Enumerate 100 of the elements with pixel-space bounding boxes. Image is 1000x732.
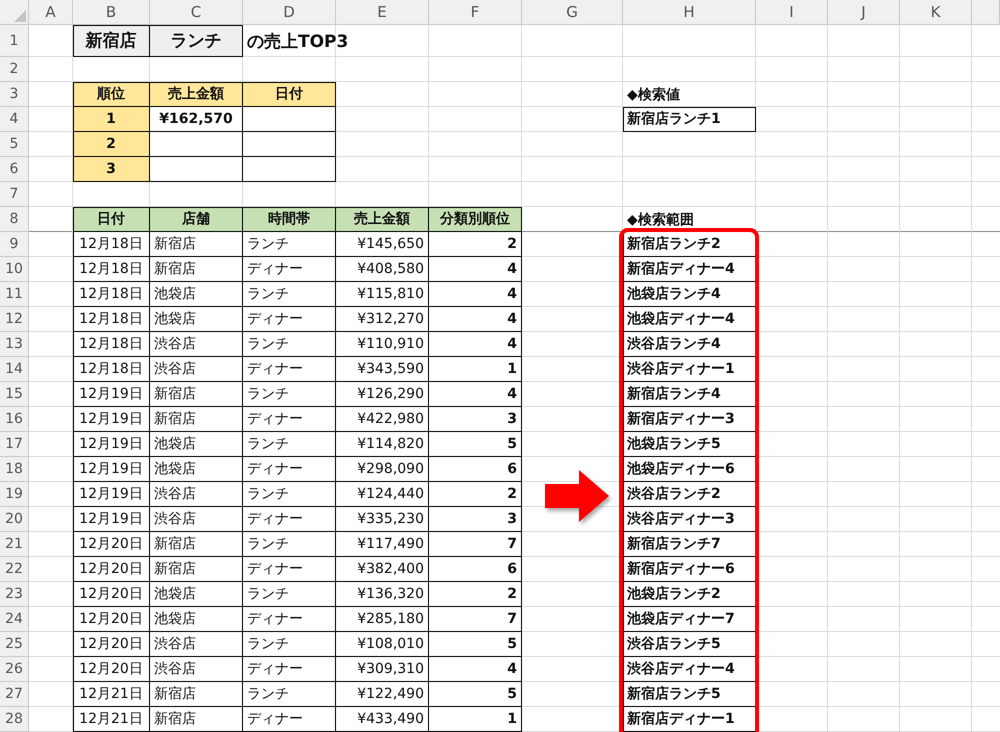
table-cell: 新宿店 bbox=[150, 382, 243, 407]
row-header[interactable]: 27 bbox=[0, 682, 29, 707]
table-cell: 2 bbox=[429, 232, 522, 257]
sheet-title: の売上TOP3 bbox=[246, 30, 350, 54]
row-header[interactable]: 12 bbox=[0, 307, 29, 332]
column-header[interactable]: D bbox=[243, 0, 336, 25]
search-value-cell: 新宿店ランチ1 bbox=[623, 107, 756, 132]
row-header[interactable]: 17 bbox=[0, 432, 29, 457]
row-header[interactable]: 24 bbox=[0, 607, 29, 632]
table-cell: ¥115,810 bbox=[336, 282, 429, 307]
row-header[interactable]: 23 bbox=[0, 582, 29, 607]
column-header[interactable]: C bbox=[150, 0, 243, 25]
row-header[interactable]: 26 bbox=[0, 657, 29, 682]
table-cell: 12月19日 bbox=[73, 457, 150, 482]
table-cell: 池袋店ランチ4 bbox=[623, 282, 756, 307]
column-header[interactable]: E bbox=[336, 0, 429, 25]
table-cell: ¥145,650 bbox=[336, 232, 429, 257]
table-cell: 12月20日 bbox=[73, 632, 150, 657]
table-cell: 12月18日 bbox=[73, 357, 150, 382]
row-header[interactable]: 9 bbox=[0, 232, 29, 257]
column-heading: 売上金額 bbox=[150, 82, 243, 107]
table-cell: 渋谷店 bbox=[150, 632, 243, 657]
triangle-icon bbox=[14, 10, 26, 22]
table-cell: ディナー bbox=[243, 507, 336, 532]
table-cell: ディナー bbox=[243, 357, 336, 382]
column-header[interactable]: A bbox=[29, 0, 73, 25]
table-cell: 12月19日 bbox=[73, 407, 150, 432]
column-header[interactable]: J bbox=[828, 0, 900, 25]
row-header[interactable]: 21 bbox=[0, 532, 29, 557]
table-cell: 4 bbox=[429, 257, 522, 282]
table-cell: ¥285,180 bbox=[336, 607, 429, 632]
table-cell: 12月21日 bbox=[73, 682, 150, 707]
row-header[interactable]: 10 bbox=[0, 257, 29, 282]
table-cell: ¥343,590 bbox=[336, 357, 429, 382]
row-header[interactable]: 4 bbox=[0, 107, 29, 132]
table-cell: ディナー bbox=[243, 307, 336, 332]
row-header[interactable]: 28 bbox=[0, 707, 29, 732]
row-header[interactable]: 15 bbox=[0, 382, 29, 407]
row-header[interactable]: 16 bbox=[0, 407, 29, 432]
row-header[interactable]: 5 bbox=[0, 132, 29, 157]
table-cell: 新宿店 bbox=[150, 682, 243, 707]
table-cell: 渋谷店 bbox=[150, 657, 243, 682]
row-header[interactable]: 11 bbox=[0, 282, 29, 307]
rank-cell: 3 bbox=[73, 157, 150, 182]
table-cell: 池袋店ディナー6 bbox=[623, 457, 756, 482]
column-header[interactable]: B bbox=[73, 0, 150, 25]
row-header[interactable]: 13 bbox=[0, 332, 29, 357]
table-cell: ランチ bbox=[243, 582, 336, 607]
table-cell: ¥312,270 bbox=[336, 307, 429, 332]
table-cell: ディナー bbox=[243, 657, 336, 682]
row-header[interactable]: 7 bbox=[0, 182, 29, 207]
table-cell: 12月18日 bbox=[73, 232, 150, 257]
table-cell: ¥298,090 bbox=[336, 457, 429, 482]
row-header[interactable]: 18 bbox=[0, 457, 29, 482]
row-header[interactable]: 2 bbox=[0, 57, 29, 82]
table-cell: 池袋店ディナー4 bbox=[623, 307, 756, 332]
row-header[interactable]: 1 bbox=[0, 25, 29, 57]
select-all-button[interactable] bbox=[0, 0, 29, 25]
table-cell: ランチ bbox=[243, 632, 336, 657]
rank-cell: 2 bbox=[73, 132, 150, 157]
table-cell: 新宿店ランチ7 bbox=[623, 532, 756, 557]
row-header[interactable]: 14 bbox=[0, 357, 29, 382]
table-cell: 3 bbox=[429, 507, 522, 532]
table-cell: ¥110,910 bbox=[336, 332, 429, 357]
table-cell: 池袋店 bbox=[150, 582, 243, 607]
table-cell: 池袋店 bbox=[150, 282, 243, 307]
table-cell: 渋谷店ディナー1 bbox=[623, 357, 756, 382]
column-header[interactable]: I bbox=[756, 0, 828, 25]
table-cell: ¥408,580 bbox=[336, 257, 429, 282]
table-cell: 新宿店ディナー6 bbox=[623, 557, 756, 582]
table-cell: 新宿店 bbox=[150, 257, 243, 282]
rank-cell: 1 bbox=[73, 107, 150, 132]
column-header[interactable] bbox=[972, 0, 1000, 25]
table-cell: 1 bbox=[429, 707, 522, 732]
table-cell: 渋谷店ディナー3 bbox=[623, 507, 756, 532]
table-cell: ¥122,490 bbox=[336, 682, 429, 707]
table-cell: 4 bbox=[429, 282, 522, 307]
table-cell: ¥136,320 bbox=[336, 582, 429, 607]
table-cell: 1 bbox=[429, 357, 522, 382]
row-header[interactable]: 6 bbox=[0, 157, 29, 182]
row-header[interactable]: 19 bbox=[0, 482, 29, 507]
column-header[interactable]: H bbox=[623, 0, 756, 25]
table-cell: 渋谷店ランチ4 bbox=[623, 332, 756, 357]
table-cell: 12月18日 bbox=[73, 257, 150, 282]
row-header[interactable]: 8 bbox=[0, 207, 29, 232]
row-header[interactable]: 25 bbox=[0, 632, 29, 657]
table-cell: 渋谷店ディナー4 bbox=[623, 657, 756, 682]
table-cell: 12月19日 bbox=[73, 432, 150, 457]
column-heading: 日付 bbox=[73, 207, 150, 232]
table-cell: ¥382,400 bbox=[336, 557, 429, 582]
column-header[interactable]: G bbox=[522, 0, 623, 25]
table-cell: 池袋店 bbox=[150, 307, 243, 332]
column-header[interactable]: K bbox=[900, 0, 972, 25]
row-header[interactable]: 3 bbox=[0, 82, 29, 107]
table-cell: 12月20日 bbox=[73, 582, 150, 607]
right-arrow-icon bbox=[545, 470, 609, 522]
row-header[interactable]: 20 bbox=[0, 507, 29, 532]
table-cell: 2 bbox=[429, 582, 522, 607]
column-header[interactable]: F bbox=[429, 0, 522, 25]
row-header[interactable]: 22 bbox=[0, 557, 29, 582]
